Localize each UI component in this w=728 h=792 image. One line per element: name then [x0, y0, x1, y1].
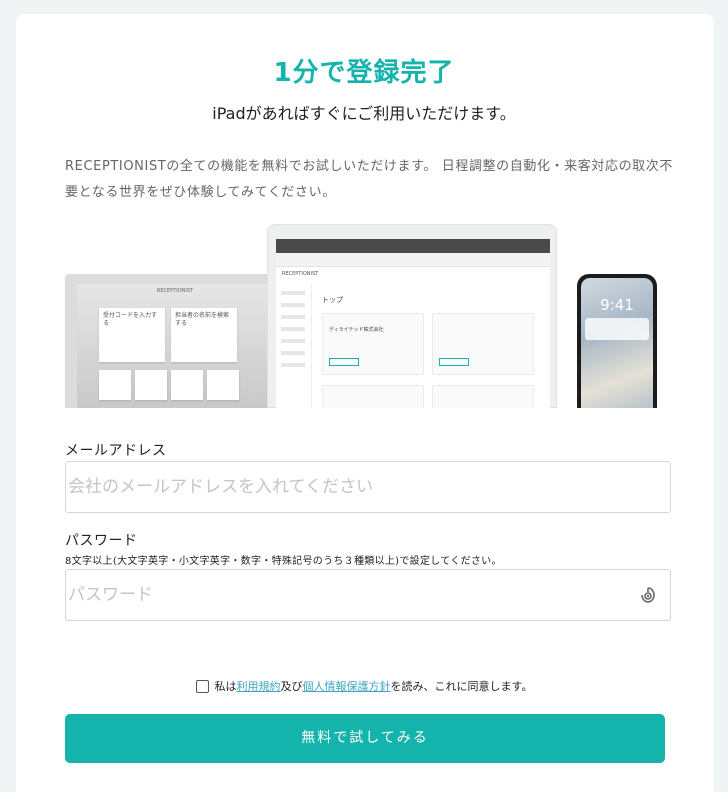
- password-field[interactable]: [65, 569, 671, 621]
- ipad-mockup: RECEPTIONIST 受付コードを入力する 担当者の名前を検索する: [65, 274, 283, 408]
- laptop-sidebar: [276, 283, 312, 408]
- eye-toggle-icon[interactable]: [636, 583, 660, 607]
- laptop-company: ディライテッド株式会社: [329, 327, 384, 333]
- agree-middle: 及び: [280, 680, 303, 693]
- email-field[interactable]: [65, 461, 671, 513]
- tile-staff-search: 担当者の名前を検索する: [171, 308, 237, 362]
- phone-screen: 9:41: [581, 278, 653, 408]
- laptop-card: [322, 385, 424, 408]
- submit-button[interactable]: 無料で試してみる: [65, 714, 665, 763]
- page-subtitle: iPadがあればすぐにご利用いただけます。: [212, 104, 516, 123]
- phone-notification: [585, 318, 649, 340]
- laptop-card: ディライテッド株式会社: [322, 313, 424, 375]
- phone-time: 9:41: [600, 296, 634, 314]
- agree-checkbox[interactable]: [195, 679, 209, 693]
- agree-prefix: 私は: [214, 680, 237, 693]
- laptop-card-button: [329, 358, 359, 366]
- tile-small: [99, 370, 131, 400]
- tile-small: [171, 370, 203, 400]
- tile-small: [207, 370, 239, 400]
- ipad-brand: RECEPTIONIST: [156, 288, 194, 294]
- laptop-card: [432, 385, 534, 408]
- laptop-screen: RECEPTIONIST トップ ディライテッド株式会社: [276, 239, 550, 408]
- terms-agreement: 私は 利用規約 及び 個人情報保護方針 を読み、これに同意します。: [0, 678, 728, 694]
- laptop-card-button: [439, 358, 469, 366]
- laptop-card: [432, 313, 534, 375]
- tile-small: [135, 370, 167, 400]
- privacy-policy-link[interactable]: 個人情報保護方針: [303, 678, 391, 694]
- email-label: メールアドレス: [65, 443, 167, 459]
- password-label: パスワード: [65, 533, 138, 549]
- intro-text: RECEPTIONISTの全ての機能を無料でお試しいただけます。 日程調整の自動…: [65, 159, 673, 200]
- browser-bar: [276, 239, 550, 253]
- devices-illustration: RECEPTIONIST 受付コードを入力する 担当者の名前を検索する RECE…: [65, 222, 665, 408]
- terms-link[interactable]: 利用規約: [237, 678, 281, 694]
- password-hint: 8文字以上(大文字英字・小文字英字・数字・特殊記号のうち３種類以上)で設定してく…: [65, 556, 502, 567]
- agree-suffix: を読み、これに同意します。: [390, 680, 533, 693]
- tile-receipt-code: 受付コードを入力する: [99, 308, 165, 362]
- laptop-heading: トップ: [322, 296, 343, 304]
- ipad-screen: RECEPTIONIST 受付コードを入力する 担当者の名前を検索する: [77, 284, 273, 408]
- page-title: 1分で登録完了: [273, 58, 455, 88]
- phone-mockup: 9:41: [577, 274, 657, 408]
- laptop-brand: RECEPTIONIST: [282, 271, 319, 277]
- browser-url-bar: [276, 253, 550, 267]
- laptop-mockup: RECEPTIONIST トップ ディライテッド株式会社: [267, 224, 557, 408]
